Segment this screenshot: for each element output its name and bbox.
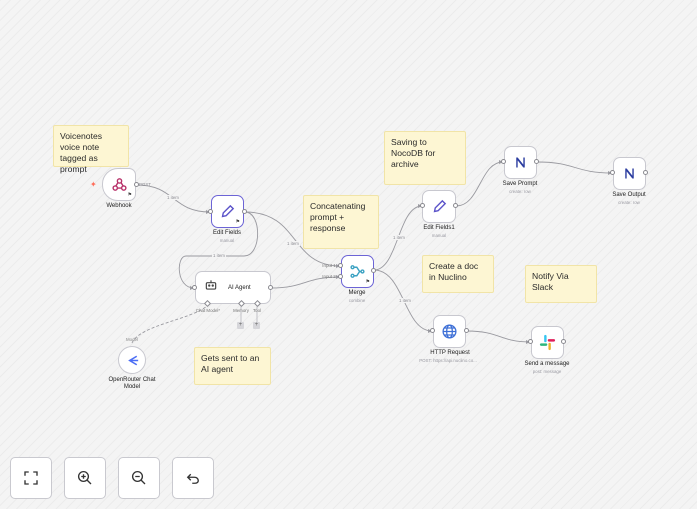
zoom-in-icon (77, 470, 92, 485)
webhook-icon (111, 176, 128, 193)
edge-item-count: 1 item (286, 241, 300, 246)
node-sub-edit-fields: manual (219, 238, 235, 243)
add-tool-button[interactable]: + (253, 322, 260, 329)
fit-view-icon (24, 471, 38, 485)
node-sub-slack: post: message (532, 369, 562, 374)
node-label-edit-fields1: Edit Fields1 (423, 225, 455, 231)
sticky-note-voicenotes[interactable]: Voicenotes voice note tagged as prompt (53, 125, 129, 174)
input-port[interactable] (430, 328, 435, 333)
input-port[interactable] (192, 285, 197, 290)
zoom-in-button[interactable] (64, 457, 106, 499)
node-sub-http-request: POST: https://api.nuclino.co... (419, 358, 477, 363)
edge-item-count: 1 item (212, 253, 226, 258)
nocodb-icon (512, 154, 529, 171)
node-edit-fields[interactable]: ⚑ (211, 195, 244, 228)
output-port[interactable] (534, 159, 539, 164)
model-port-label: Model (126, 337, 138, 342)
webhook-method: POST (139, 182, 151, 187)
merge-icon (349, 263, 366, 280)
trigger-lightning-icon: ✦ (90, 180, 97, 189)
node-label-ai-agent: AI Agent (228, 284, 251, 291)
fit-view-button[interactable] (10, 457, 52, 499)
node-sub-save-output: create: row (618, 200, 640, 205)
merge-input-1-label: Input 1 (322, 263, 336, 268)
node-openrouter[interactable] (118, 346, 146, 374)
node-slack[interactable] (531, 326, 564, 359)
output-port[interactable] (242, 209, 247, 214)
output-port[interactable] (268, 285, 273, 290)
openrouter-icon (124, 352, 141, 369)
node-save-prompt[interactable] (504, 146, 537, 179)
sticky-note-concatenating[interactable]: Concatenating prompt + response (303, 195, 379, 249)
globe-icon (441, 323, 458, 340)
undo-icon (186, 473, 199, 484)
webhook-flag-icon: ⚑ (127, 192, 132, 198)
output-port[interactable] (561, 339, 566, 344)
node-flag-icon: ⚑ (365, 279, 370, 285)
edge-item-count: 1 item (398, 298, 412, 303)
chat-model-port-label: Chat Model* (195, 308, 221, 313)
pencil-icon (431, 198, 448, 215)
node-sub-save-prompt: create: row (509, 189, 531, 194)
undo-button[interactable] (172, 457, 214, 499)
tool-port-label: Tool (252, 308, 262, 313)
memory-port-label: Memory (233, 308, 249, 313)
node-sub-merge: combine (348, 298, 366, 303)
output-port[interactable] (643, 170, 648, 175)
edge-item-count: 1 item (392, 235, 406, 240)
node-label-save-prompt: Save Prompt (502, 181, 538, 187)
node-label-openrouter: OpenRouter Chat Model (108, 377, 156, 390)
input-port-2[interactable] (338, 274, 343, 279)
node-label-slack: Send a message (524, 361, 570, 367)
node-edit-fields1[interactable] (422, 190, 456, 223)
slack-icon (539, 334, 556, 351)
node-ai-agent[interactable]: AI Agent (195, 271, 271, 304)
input-port[interactable] (610, 170, 615, 175)
node-label-webhook: Webhook (106, 203, 132, 209)
zoom-out-button[interactable] (118, 457, 160, 499)
input-port-1[interactable] (338, 263, 343, 268)
edge-item-count: 1 item (166, 195, 180, 200)
input-port[interactable] (528, 339, 533, 344)
merge-input-2-label: Input 2 (322, 274, 336, 279)
node-label-merge: Merge (348, 290, 366, 296)
sticky-note-saving[interactable]: Saving to NocoDB for archive (384, 131, 466, 185)
node-save-output[interactable] (613, 157, 646, 190)
sticky-note-notify[interactable]: Notify Via Slack (525, 265, 597, 303)
nocodb-icon (621, 165, 638, 182)
zoom-out-icon (131, 470, 146, 485)
node-label-http-request: HTTP Request (430, 350, 470, 356)
input-port[interactable] (501, 159, 506, 164)
output-port[interactable] (464, 328, 469, 333)
node-http-request[interactable] (433, 315, 466, 348)
node-webhook[interactable]: ⚑ (102, 168, 136, 201)
input-port[interactable] (208, 209, 213, 214)
node-flag-icon: ⚑ (235, 219, 240, 225)
input-port[interactable] (420, 203, 425, 208)
output-port[interactable] (453, 203, 458, 208)
workflow-canvas[interactable]: 1 item 1 item 1 item 1 item 1 item Voice… (0, 0, 697, 509)
node-label-edit-fields: Edit Fields (212, 230, 242, 236)
add-memory-button[interactable]: + (237, 322, 244, 329)
sticky-note-ai-agent[interactable]: Gets sent to an AI agent (194, 347, 271, 385)
connection-saveprompt-saveoutput (537, 161, 613, 174)
node-sub-edit-fields1: manual (431, 233, 447, 238)
node-merge[interactable]: ⚑ (341, 255, 374, 288)
sticky-note-create-doc[interactable]: Create a doc in Nuclino (422, 255, 494, 293)
pencil-icon (219, 203, 236, 220)
connection-http-slack (466, 330, 531, 343)
output-port[interactable] (371, 268, 376, 273)
node-label-save-output: Save Output (612, 192, 646, 198)
robot-icon (204, 278, 218, 297)
